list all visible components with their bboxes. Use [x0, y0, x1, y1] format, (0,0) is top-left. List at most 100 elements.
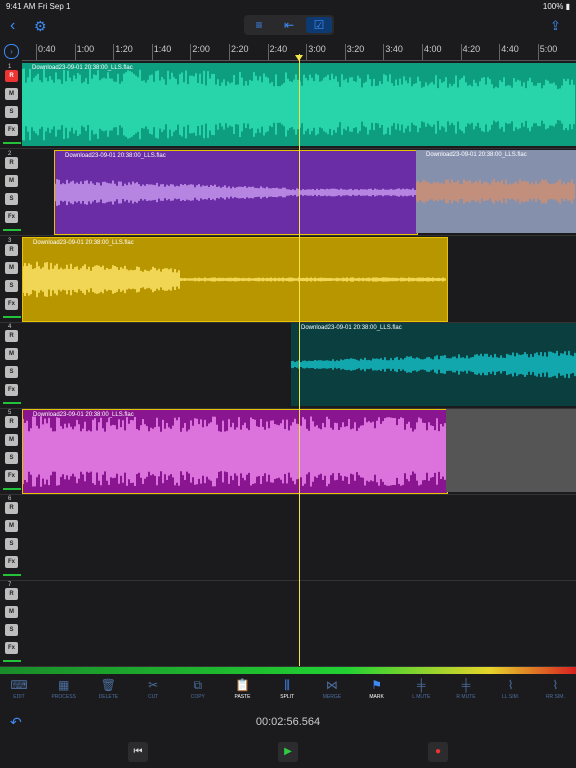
gear-icon[interactable]: ⚙ — [34, 18, 47, 34]
track-solo-button[interactable]: S — [5, 106, 18, 118]
process-icon: ▦ — [58, 678, 70, 692]
ruler-tick-label: 0:40 — [38, 44, 56, 54]
audio-clip[interactable]: Download23-09-01 20:38:00_LLS.flac — [54, 150, 418, 235]
ruler-tick-line — [36, 44, 37, 60]
status-time: 9:41 AM — [6, 2, 36, 11]
track-level-meter — [3, 316, 21, 318]
track-mute-button[interactable]: M — [5, 434, 18, 446]
ruler-tick-label: 2:00 — [192, 44, 210, 54]
indent-icon[interactable]: ⇤ — [276, 17, 302, 33]
toolbar-ll-sim-button[interactable]: ⌇ LL SIM. — [489, 678, 533, 700]
ruler-tick-line — [537, 44, 539, 60]
track-rec-button[interactable]: R — [5, 502, 18, 514]
play-icon[interactable]: ▶ — [278, 742, 298, 762]
toolbar-label: MERGE — [322, 694, 342, 700]
toolbar-mark-button[interactable]: ⚑ MARK — [355, 678, 399, 700]
ruler-tick-label: 3:20 — [346, 44, 365, 54]
toolbar-rr-sim-button[interactable]: ⌇ RR SIM. — [533, 678, 576, 700]
track-mute-button[interactable]: M — [5, 88, 18, 100]
toolbar-edit-button[interactable]: ⌨ EDIT — [0, 678, 41, 700]
toolbar-cut-button[interactable]: ✂ CUT — [131, 678, 175, 700]
track-solo-button[interactable]: S — [5, 452, 18, 464]
flag-icon: ⚑ — [371, 678, 382, 692]
track-solo-button[interactable]: S — [5, 193, 18, 205]
toolbar-split-button[interactable]: ⫼ SPLIT — [265, 678, 309, 700]
track-list-icon[interactable]: ≡ — [246, 17, 272, 33]
left-mute-icon: ╪ — [417, 678, 426, 692]
ruler-tick-line — [267, 44, 269, 60]
toolbar-delete-button[interactable]: 🗑 DELETE — [86, 678, 130, 700]
toolbar-r-mute-button[interactable]: ╪ R MUTE — [444, 678, 488, 700]
audio-clip[interactable] — [446, 409, 576, 492]
track-solo-button[interactable]: S — [5, 624, 18, 636]
track-1: 1 R M S Fx Download23-09-01 20:38:00_LLS.flac — [0, 62, 576, 149]
track-mute-button[interactable]: M — [5, 520, 18, 532]
toolbar-label: SPLIT — [280, 694, 295, 700]
record-icon[interactable]: ● — [428, 742, 448, 762]
ruler-tick-line — [499, 44, 501, 60]
track-mute-button[interactable]: M — [5, 606, 18, 618]
toolbar-l-mute-button[interactable]: ╪ L MUTE — [399, 678, 443, 700]
ruler-tick-line — [113, 44, 115, 60]
toolbar-label: RR SIM. — [545, 694, 565, 700]
playhead[interactable] — [299, 54, 300, 666]
toolbar-label: R MUTE — [456, 694, 476, 700]
toolbar-copy-button[interactable]: ⧉ COPY — [176, 678, 220, 700]
track-5: 5 R M S Fx Download23-09-01 20:38:00_LLS.flac — [0, 408, 576, 495]
track-level-meter — [3, 660, 21, 662]
track-rec-button[interactable]: R — [5, 416, 18, 428]
track-6: 6 R M S Fx — [0, 494, 576, 581]
ruler-tick-label: 3:00 — [308, 44, 326, 54]
audio-clip[interactable]: Download23-09-01 20:38:00_LLS.flac — [22, 237, 448, 322]
track-fx-button[interactable]: Fx — [5, 298, 18, 310]
track-mute-button[interactable]: M — [5, 348, 18, 360]
track-fx-button[interactable]: Fx — [5, 124, 18, 136]
ruler-tick-label: 2:40 — [269, 44, 288, 54]
rr-sim-icon: ⌇ — [552, 678, 559, 692]
track-fx-button[interactable]: Fx — [5, 470, 18, 482]
track-rec-button[interactable]: R — [5, 70, 18, 82]
share-icon[interactable]: ⇪ — [550, 18, 561, 34]
track-solo-button[interactable]: S — [5, 366, 18, 378]
track-level-meter — [3, 574, 21, 576]
track-fx-button[interactable]: Fx — [5, 384, 18, 396]
toolbar-label: COPY — [190, 694, 205, 700]
track-rec-button[interactable]: R — [5, 330, 18, 342]
track-fx-button[interactable]: Fx — [5, 556, 18, 568]
clip-name: Download23-09-01 20:38:00_LLS.flac — [301, 325, 402, 331]
ruler-tick-label: 4:00 — [424, 44, 442, 54]
track-fx-button[interactable]: Fx — [5, 642, 18, 654]
toolbar-paste-button[interactable]: 📋 PASTE — [221, 678, 265, 700]
ruler-tick-line — [229, 44, 230, 60]
track-rec-button[interactable]: R — [5, 157, 18, 169]
checkbox-icon[interactable]: ☑ — [306, 17, 332, 33]
track-solo-button[interactable]: S — [5, 280, 18, 292]
track-rec-button[interactable]: R — [5, 588, 18, 600]
ruler-tick-label: 2:20 — [231, 44, 249, 54]
ruler-tick-label: 3:40 — [385, 44, 403, 54]
clip-name: Download23-09-01 20:38:00_LLS.flac — [33, 412, 134, 418]
playhead-handle[interactable] — [295, 55, 303, 61]
toolbar-label: PROCESS — [51, 694, 76, 700]
toolbar-merge-button[interactable]: ⋈ MERGE — [310, 678, 354, 700]
ruler-tick-line — [306, 44, 308, 60]
chevron-left-icon[interactable]: ‹ — [10, 18, 15, 34]
ruler-tick-line — [383, 44, 385, 60]
track-mute-button[interactable]: M — [5, 262, 18, 274]
track-rec-button[interactable]: R — [5, 244, 18, 256]
track-solo-button[interactable]: S — [5, 538, 18, 550]
track-fx-button[interactable]: Fx — [5, 211, 18, 223]
edit-toolbar: ⌨ EDIT ▦ PROCESS 🗑 DELETE ✂ CUT ⧉ COPY 📋 PASTE ⫼ SPLI… — [0, 678, 576, 704]
expand-icon[interactable]: › — [4, 44, 19, 59]
track-level-meter — [3, 142, 21, 144]
toolbar-label: LL SIM. — [502, 694, 520, 700]
skip-back-icon[interactable]: ⏮ — [128, 742, 148, 762]
toolbar-label: CUT — [147, 694, 159, 700]
track-3: 3 R M S Fx Download23-09-01 20:38:00_LLS.flac — [0, 236, 576, 323]
audio-clip[interactable]: Download23-09-01 20:38:00_LLS.flac — [416, 150, 576, 233]
toolbar-process-button[interactable]: ▦ PROCESS — [42, 678, 86, 700]
audio-clip[interactable]: Download23-09-01 20:38:00_LLS.flac — [22, 409, 448, 494]
track-mute-button[interactable]: M — [5, 175, 18, 187]
track-level-meter — [3, 402, 21, 404]
audio-clip[interactable]: Download23-09-01 20:38:00_LLS.flac — [291, 323, 576, 406]
